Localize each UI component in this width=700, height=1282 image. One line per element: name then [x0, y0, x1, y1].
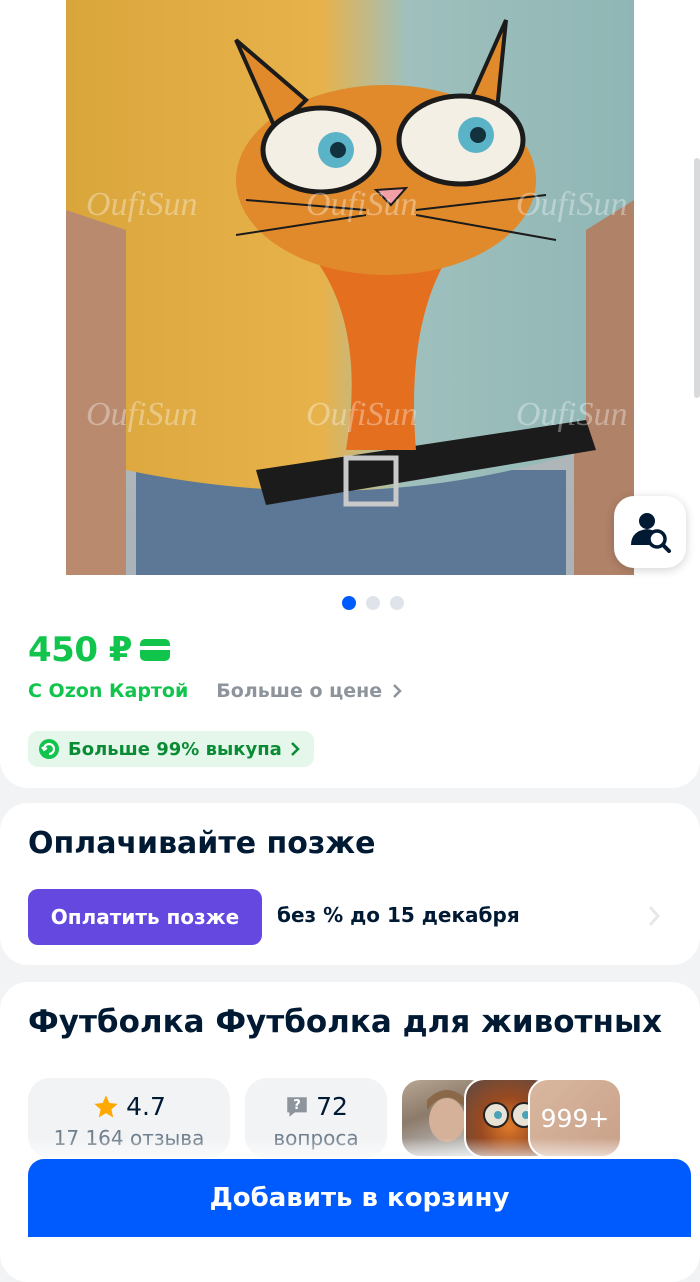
- price-row: 450 ₽: [28, 630, 170, 670]
- gallery-dot[interactable]: [366, 596, 380, 610]
- svg-text:OufiSun: OufiSun: [306, 396, 417, 433]
- product-title: Футболка Футболка для животных: [28, 1004, 662, 1040]
- pay-later-button[interactable]: Оплатить позже: [28, 889, 262, 945]
- chevron-right-icon: [393, 684, 402, 698]
- svg-text:?: ?: [293, 1098, 301, 1113]
- product-gallery-card: OufiSun OufiSun OufiSun OufiSun OufiSun …: [0, 0, 700, 788]
- more-about-price-label: Больше о цене: [216, 680, 383, 702]
- pay-later-terms: без % до 15 декабря: [277, 903, 520, 927]
- more-photos-count: 999+: [540, 1103, 610, 1133]
- pay-later-title: Оплачивайте позже: [28, 826, 376, 861]
- image-search-icon: [631, 513, 671, 553]
- buyout-label: Больше 99% выкупа: [68, 738, 282, 760]
- price-value: 450 ₽: [28, 630, 132, 670]
- product-photo[interactable]: OufiSun OufiSun OufiSun OufiSun OufiSun …: [66, 0, 634, 575]
- buyout-badge[interactable]: Больше 99% выкупа: [28, 731, 314, 767]
- gallery-dot-active[interactable]: [342, 596, 356, 610]
- rating-value: 4.7: [126, 1092, 166, 1121]
- svg-text:OufiSun: OufiSun: [516, 186, 627, 223]
- svg-text:OufiSun: OufiSun: [86, 186, 197, 223]
- refresh-icon: [39, 739, 59, 759]
- questions-count: 72: [316, 1092, 348, 1121]
- tshirt-cat-illustration: OufiSun OufiSun OufiSun OufiSun OufiSun …: [66, 0, 634, 575]
- svg-text:OufiSun: OufiSun: [86, 396, 197, 433]
- chevron-right-icon[interactable]: [648, 905, 660, 927]
- star-icon: [94, 1094, 118, 1117]
- price-details: С Ozon Картой Больше о цене: [28, 680, 402, 702]
- chevron-right-icon: [290, 742, 300, 756]
- card-icon: [139, 639, 170, 661]
- add-to-cart-button[interactable]: Добавить в корзину: [28, 1159, 691, 1237]
- ozon-card-label: С Ozon Картой: [28, 680, 189, 702]
- gallery-pagination: [342, 596, 404, 610]
- svg-text:OufiSun: OufiSun: [306, 186, 417, 223]
- more-about-price-link[interactable]: Больше о цене: [216, 680, 402, 702]
- question-bubble-icon: ?: [287, 1096, 307, 1117]
- gallery-dot[interactable]: [390, 596, 404, 610]
- scrollbar-thumb[interactable]: [694, 158, 700, 398]
- svg-text:OufiSun: OufiSun: [516, 396, 627, 433]
- image-search-button[interactable]: [614, 496, 686, 568]
